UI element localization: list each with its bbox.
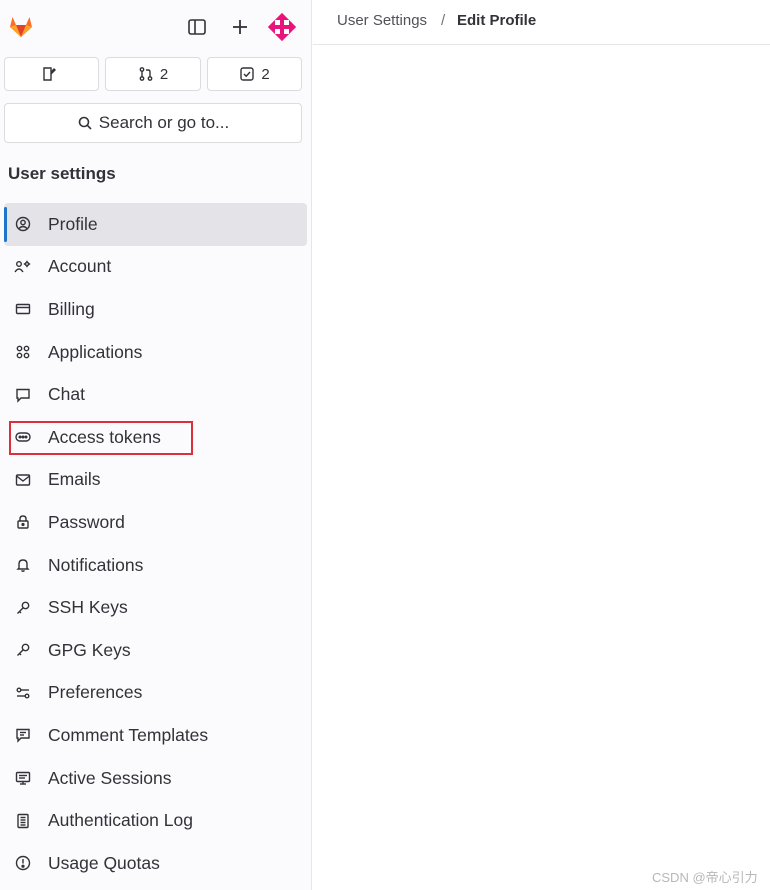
comment-templates-icon [14, 726, 32, 744]
applications-icon [14, 343, 32, 361]
sidebar-topbar [0, 0, 312, 54]
sidebar-item-authentication-log[interactable]: Authentication Log [0, 799, 312, 842]
sidebar-item-label: SSH Keys [48, 597, 128, 618]
account-icon [14, 258, 32, 276]
key-icon [14, 599, 32, 617]
sidebar-item-label: Notifications [48, 554, 144, 575]
sidebar-item-label: Usage Quotas [48, 852, 160, 873]
watermark: CSDN @帝心引力 [652, 870, 758, 885]
gitlab-logo-icon[interactable] [8, 13, 34, 39]
sidebar-item-label: Active Sessions [48, 767, 172, 788]
sidebar-section-title: User settings [8, 164, 116, 183]
sidebar-item-label: Preferences [48, 682, 143, 703]
sidebar-item-label: Comment Templates [48, 724, 209, 745]
sidebar-item-billing[interactable]: Billing [0, 288, 312, 331]
breadcrumb-current: Edit Profile [457, 12, 537, 29]
sidebar-item-label: Emails [48, 469, 101, 490]
sidebar-item-usage-quotas[interactable]: Usage Quotas [0, 842, 312, 885]
sidebar-item-profile[interactable]: Profile [4, 203, 307, 246]
todo-icon [239, 66, 255, 82]
sidebar-item-label: GPG Keys [48, 639, 131, 660]
key-icon [14, 641, 32, 659]
avatar[interactable] [266, 11, 298, 43]
access-tokens-highlight [9, 421, 193, 455]
merge-requests-count: 2 [159, 65, 169, 83]
usage-quotas-icon [14, 854, 32, 872]
sidebar-nav: Profile Account Billing Applications Cha… [0, 203, 312, 885]
sidebar-item-label: Account [48, 256, 112, 277]
merge-request-icon [138, 66, 154, 82]
todos-count: 2 [261, 65, 270, 83]
sidebar-item-chat[interactable]: Chat [0, 373, 312, 416]
bell-icon [14, 556, 32, 574]
counts-bar: 2 2 [4, 57, 302, 93]
page-header: User Settings / Edit Profile [313, 0, 770, 45]
sidebar-item-label: Billing [48, 298, 95, 319]
toggle-sidebar-icon[interactable] [183, 13, 211, 41]
profile-icon [14, 215, 32, 233]
sidebar-item-active-sessions[interactable]: Active Sessions [0, 757, 312, 800]
sidebar-item-gpg-keys[interactable]: GPG Keys [0, 629, 312, 672]
sidebar-item-applications[interactable]: Applications [0, 331, 312, 374]
sidebar-item-ssh-keys[interactable]: SSH Keys [0, 586, 312, 629]
preferences-icon [14, 684, 32, 702]
log-icon [14, 812, 32, 830]
search-icon [77, 115, 93, 131]
sidebar-item-comment-templates[interactable]: Comment Templates [0, 714, 312, 757]
sidebar-item-label: Profile [48, 213, 98, 234]
sidebar-item-label: Authentication Log [48, 810, 193, 831]
breadcrumb-parent[interactable]: User Settings [337, 12, 427, 29]
sidebar-item-label: Chat [48, 384, 85, 405]
email-icon [14, 471, 32, 489]
sidebar-item-preferences[interactable]: Preferences [0, 672, 312, 715]
issues-icon [41, 66, 57, 82]
breadcrumb-separator: / [441, 12, 446, 29]
billing-icon [14, 300, 32, 318]
create-new-icon[interactable] [226, 13, 254, 41]
sidebar: 2 2 Search or go to... User settings Pro… [0, 0, 312, 890]
search-label: Search or go to... [98, 113, 230, 132]
search-button[interactable]: Search or go to... [4, 103, 302, 143]
merge-requests-button[interactable]: 2 [105, 57, 201, 91]
sidebar-item-account[interactable]: Account [0, 246, 312, 289]
todos-button[interactable]: 2 [207, 57, 302, 91]
sidebar-item-label: Applications [48, 341, 143, 362]
sidebar-item-password[interactable]: Password [0, 501, 312, 544]
sidebar-item-emails[interactable]: Emails [0, 459, 312, 502]
sidebar-item-label: Password [48, 511, 125, 532]
lock-icon [14, 513, 32, 531]
chat-icon [14, 386, 32, 404]
sidebar-item-notifications[interactable]: Notifications [0, 544, 312, 587]
monitor-icon [14, 769, 32, 787]
issues-button[interactable] [4, 57, 99, 91]
